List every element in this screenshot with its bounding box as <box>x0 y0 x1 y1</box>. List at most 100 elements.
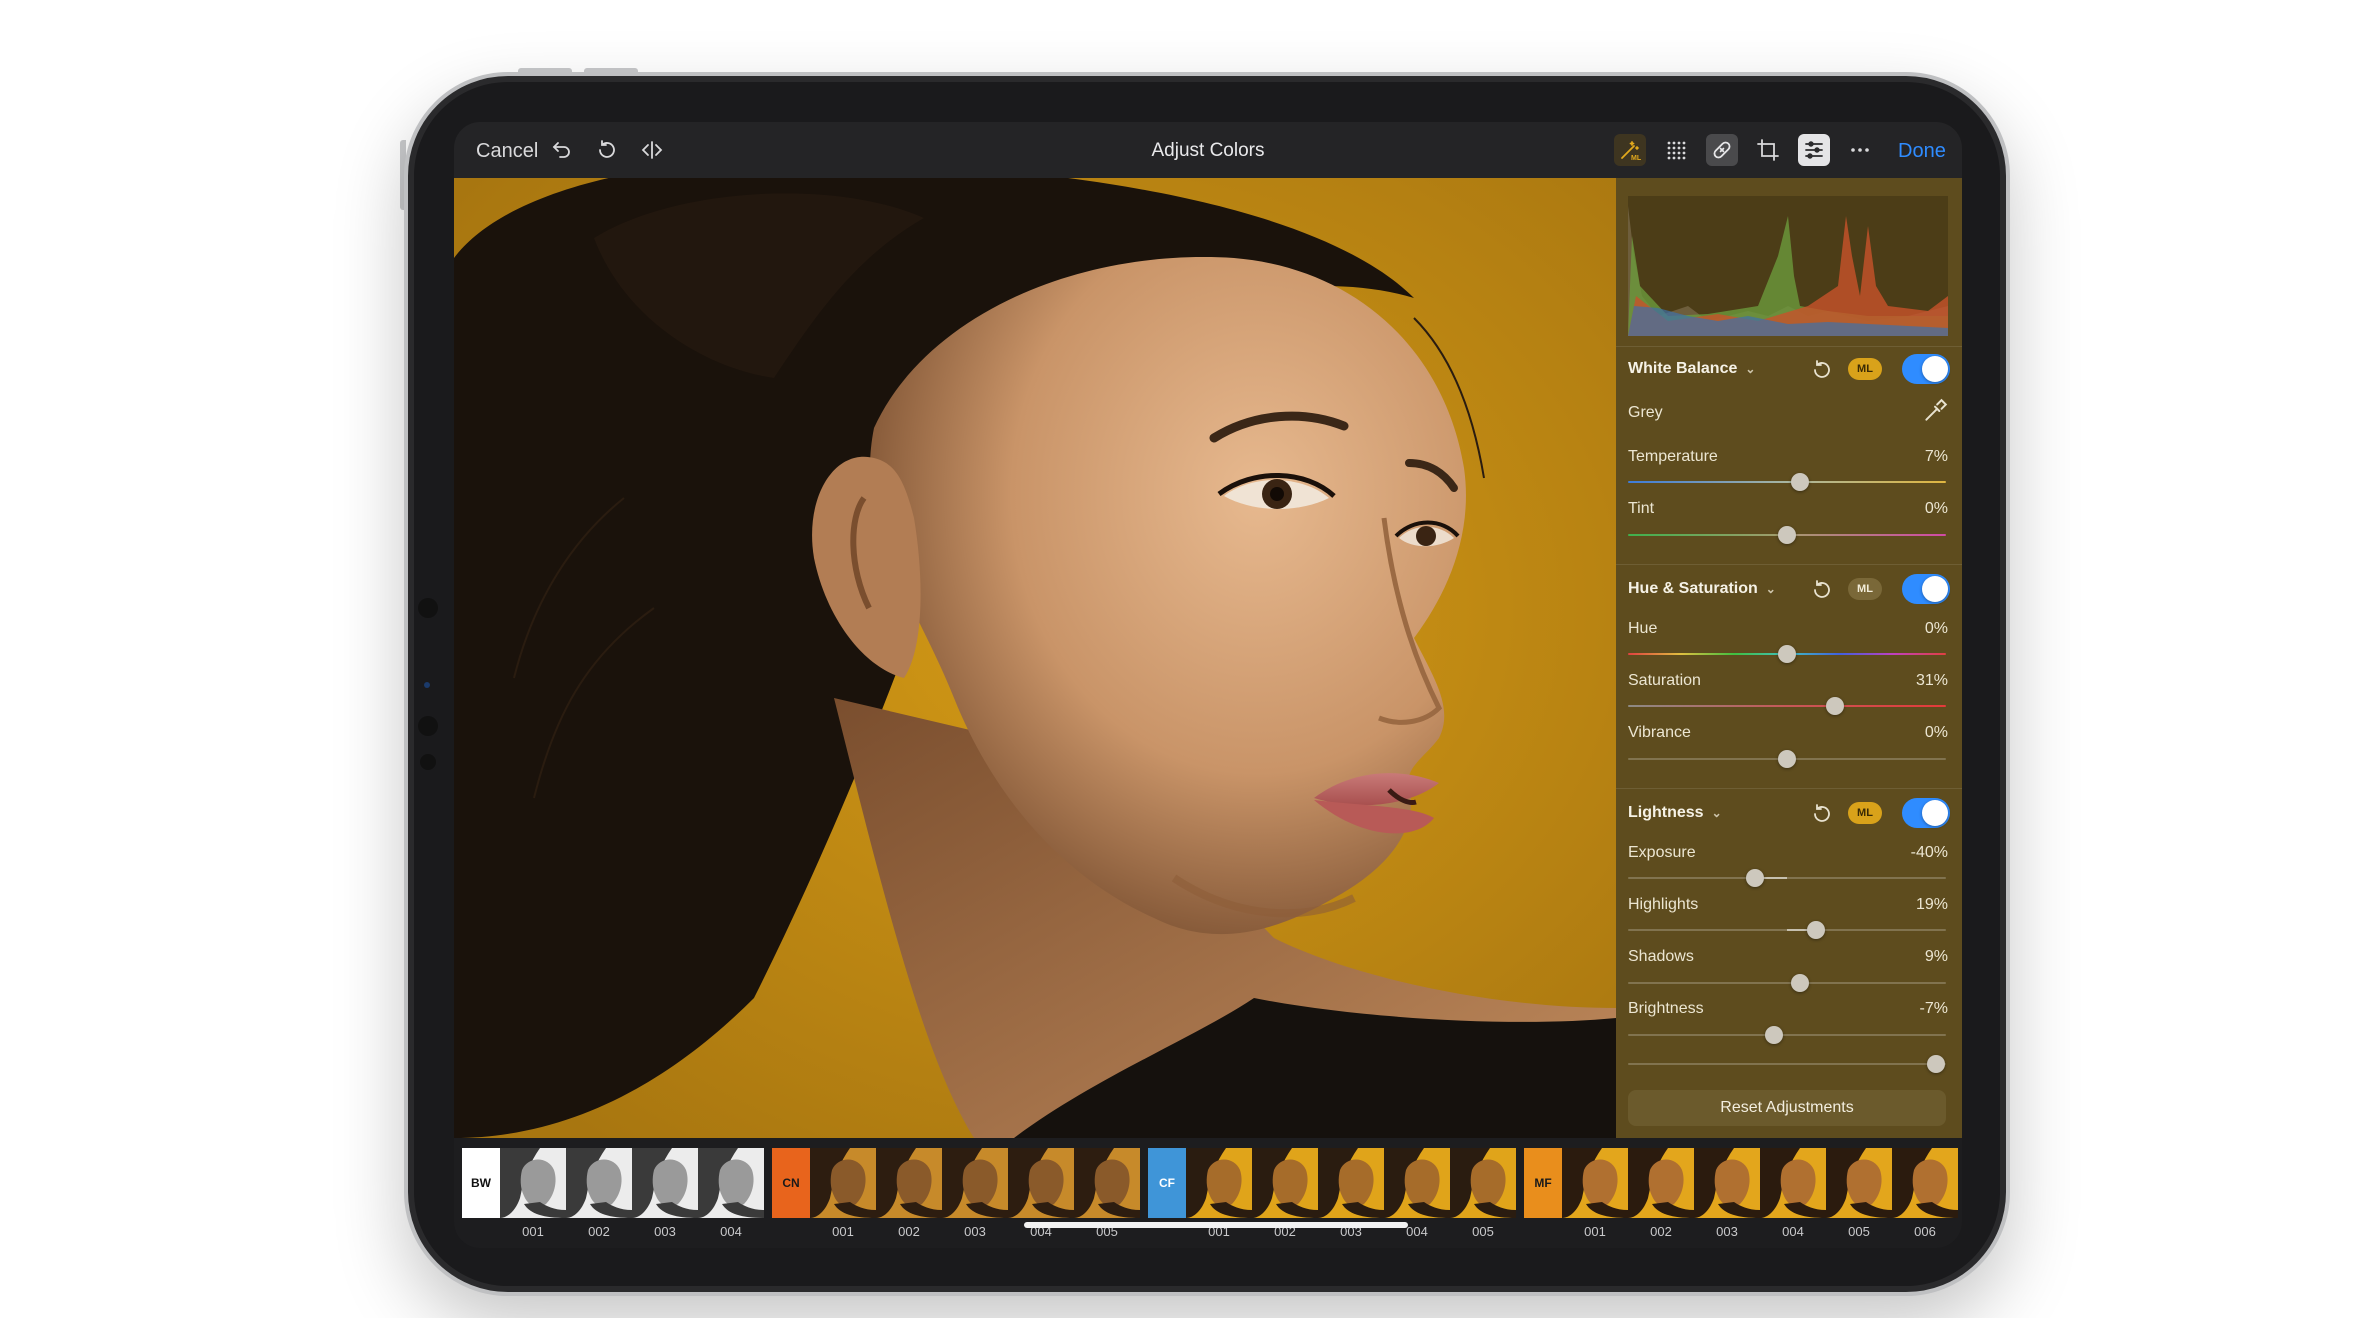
slider-track <box>1628 1063 1946 1065</box>
camera-sensor <box>418 598 438 618</box>
preset-thumbnail[interactable] <box>1252 1148 1318 1218</box>
preset-thumbnail[interactable] <box>1008 1148 1074 1218</box>
slider-thumb[interactable] <box>1778 750 1796 768</box>
adjustments-icon[interactable] <box>1798 134 1830 166</box>
preset-thumbnail[interactable] <box>1186 1148 1252 1218</box>
photo-canvas[interactable] <box>454 178 1616 1138</box>
reset-section-icon[interactable] <box>1810 358 1834 382</box>
preset-label: 001 <box>1584 1224 1606 1239</box>
reset-section-icon[interactable] <box>1810 802 1834 826</box>
slider-thumb[interactable] <box>1765 1026 1784 1044</box>
slider-track <box>1628 982 1946 984</box>
preset-thumbnail[interactable] <box>698 1148 764 1218</box>
eyedropper-icon[interactable] <box>1922 398 1948 424</box>
exposure-slider[interactable] <box>1628 868 1946 888</box>
preset-thumbnail[interactable] <box>1562 1148 1628 1218</box>
white-balance-toggle[interactable] <box>1902 354 1950 384</box>
svg-text:ML: ML <box>1631 155 1642 162</box>
camera-flash <box>420 754 436 770</box>
vibrance-slider[interactable] <box>1628 749 1946 769</box>
preset-label: 001 <box>832 1224 854 1239</box>
slider-track <box>1628 877 1946 879</box>
crop-icon[interactable] <box>1752 134 1784 166</box>
slider-thumb[interactable] <box>1746 869 1765 887</box>
exposure-value: -40% <box>1910 844 1948 861</box>
shadows-value: 9% <box>1924 948 1948 965</box>
preset-thumbnail[interactable] <box>500 1148 566 1218</box>
preset-group-cf: CF 001 002 003 004 005 <box>1148 1148 1516 1239</box>
temperature-slider[interactable] <box>1628 472 1946 492</box>
preset-group-tag[interactable]: CN <box>772 1148 810 1218</box>
hue-saturation-title[interactable]: Hue & Saturation ⌄ <box>1628 580 1776 598</box>
slider-thumb[interactable] <box>1927 1055 1946 1073</box>
preset-thumbnail[interactable] <box>1892 1148 1958 1218</box>
preset-thumbnail[interactable] <box>876 1148 942 1218</box>
toggle-knob <box>1922 356 1948 382</box>
preset-thumbnail[interactable] <box>632 1148 698 1218</box>
ml-auto-button[interactable]: ML <box>1848 358 1882 380</box>
more-icon[interactable] <box>1844 134 1876 166</box>
grid-icon[interactable] <box>1660 134 1692 166</box>
preset-thumbnail[interactable] <box>1760 1148 1826 1218</box>
ml-auto-button[interactable]: ML <box>1848 578 1882 600</box>
preset-thumbnail[interactable] <box>1074 1148 1140 1218</box>
preset-thumbnail[interactable] <box>1694 1148 1760 1218</box>
home-indicator[interactable] <box>1024 1222 1408 1228</box>
preset-thumbnail[interactable] <box>1628 1148 1694 1218</box>
ml-auto-button[interactable]: ML <box>1848 802 1882 824</box>
highlights-slider[interactable] <box>1628 920 1946 940</box>
ml-enhance-icon[interactable]: ML <box>1614 134 1646 166</box>
slider-thumb[interactable] <box>1790 473 1809 491</box>
lightness-header: Lightness ⌄ ML <box>1628 796 1950 832</box>
hue-slider[interactable] <box>1628 644 1946 664</box>
repair-brush-icon[interactable] <box>1706 134 1738 166</box>
toggle-knob <box>1922 800 1948 826</box>
slider-thumb[interactable] <box>1790 974 1809 992</box>
preset-group-tag[interactable]: CF <box>1148 1148 1186 1218</box>
preset-thumbnail[interactable] <box>1450 1148 1516 1218</box>
preset-group-mf: MF 001 002 003 004 005 006 <box>1524 1148 1958 1239</box>
reset-section-icon[interactable] <box>1810 578 1834 602</box>
saturation-label: Saturation <box>1628 672 1701 689</box>
preset-thumbnail[interactable] <box>942 1148 1008 1218</box>
compare-icon[interactable] <box>636 134 668 166</box>
lightness-toggle[interactable] <box>1902 798 1950 828</box>
highlights-value: 19% <box>1915 896 1948 913</box>
revert-icon[interactable] <box>591 134 623 166</box>
panel-scroll-slider[interactable] <box>1628 1054 1946 1074</box>
white-balance-title-text: White Balance <box>1628 360 1738 377</box>
grey-label: Grey <box>1628 404 1663 421</box>
chevron-down-icon: ⌄ <box>1765 582 1776 596</box>
hue-saturation-header: Hue & Saturation ⌄ ML <box>1628 572 1950 608</box>
shadows-slider[interactable] <box>1628 973 1946 993</box>
camera-lens <box>418 716 438 736</box>
reset-adjustments-button[interactable]: Reset Adjustments <box>1628 1090 1946 1126</box>
slider-thumb[interactable] <box>1778 645 1796 663</box>
hue-saturation-toggle[interactable] <box>1902 574 1950 604</box>
tint-slider[interactable] <box>1628 525 1946 545</box>
hue-label: Hue <box>1628 620 1658 637</box>
brightness-label: Brightness <box>1628 1000 1704 1017</box>
preset-thumbnail[interactable] <box>1318 1148 1384 1218</box>
slider-thumb[interactable] <box>1806 921 1825 939</box>
chevron-down-icon: ⌄ <box>1745 362 1756 376</box>
undo-icon[interactable] <box>546 134 578 166</box>
preset-thumbnail[interactable] <box>1384 1148 1450 1218</box>
slider-thumb[interactable] <box>1825 697 1844 715</box>
preset-group-tag[interactable]: MF <box>1524 1148 1562 1218</box>
lightness-title[interactable]: Lightness ⌄ <box>1628 804 1722 822</box>
preset-group-tag[interactable]: BW <box>462 1148 500 1218</box>
white-balance-title[interactable]: White Balance ⌄ <box>1628 360 1755 378</box>
preset-label: 005 <box>1848 1224 1870 1239</box>
saturation-slider[interactable] <box>1628 696 1946 716</box>
preset-thumbnail[interactable] <box>1826 1148 1892 1218</box>
cancel-button[interactable]: Cancel <box>476 140 538 163</box>
preset-thumbnail[interactable] <box>566 1148 632 1218</box>
done-button[interactable]: Done <box>1898 140 1946 163</box>
brightness-slider[interactable] <box>1628 1025 1946 1045</box>
preset-thumbnail[interactable] <box>810 1148 876 1218</box>
preset-filmstrip: BW 001 002 003 004 CN 001 002 003 004 005 CF 001 002 0… <box>454 1138 1962 1248</box>
divider <box>1616 346 1962 347</box>
temperature-label: Temperature <box>1628 448 1718 465</box>
slider-thumb[interactable] <box>1778 526 1796 544</box>
